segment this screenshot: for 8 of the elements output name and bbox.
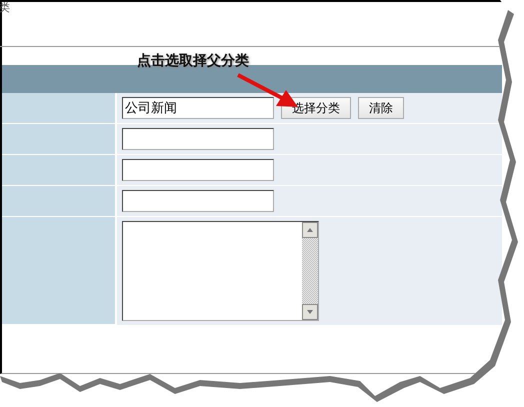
input-field[interactable]: 公司新闻	[122, 97, 274, 119]
input-field[interactable]	[122, 128, 274, 150]
clear-button[interactable]: 清除	[358, 97, 404, 119]
annotation-text: 点击选取择父分类	[137, 52, 249, 71]
textarea-field[interactable]	[122, 221, 319, 321]
input-field[interactable]	[122, 159, 274, 181]
input-field[interactable]	[122, 190, 274, 212]
scrollbar[interactable]	[302, 222, 318, 320]
